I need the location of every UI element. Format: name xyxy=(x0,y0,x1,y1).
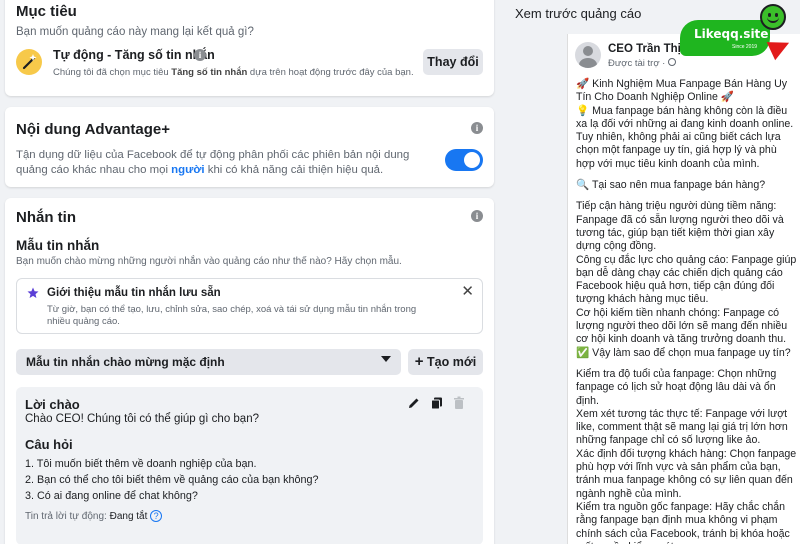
template-title: Mẫu tin nhắn xyxy=(16,238,100,253)
plus-icon: + xyxy=(414,353,424,370)
saved-template-banner: Giới thiệu mẫu tin nhắn lưu sẵn Từ giờ, … xyxy=(16,278,483,334)
question-item: 3. Có ai đang online để chat không? xyxy=(25,490,198,502)
info-icon[interactable]: i xyxy=(471,122,483,134)
pencil-icon[interactable] xyxy=(407,396,421,410)
people-link[interactable]: người xyxy=(171,164,204,176)
advantage-toggle[interactable] xyxy=(445,149,483,171)
banner-title: Giới thiệu mẫu tin nhắn lưu sẵn xyxy=(47,287,221,299)
post-paragraph: 💡 Mua fanpage bán hàng không còn là điều… xyxy=(576,104,794,170)
close-icon[interactable]: ✕ xyxy=(461,282,474,300)
messaging-card: Nhắn tin i Mẫu tin nhắn Bạn muốn chào mừ… xyxy=(5,198,494,544)
post-paragraph: 🔍 Tại sao nên mua fanpage bán hàng? xyxy=(576,179,766,192)
post-paragraph: Công cụ đắc lực cho quảng cáo: Fanpage g… xyxy=(576,253,797,306)
template-dropdown[interactable]: Mẫu tin nhắn chào mừng mặc định xyxy=(16,349,401,375)
watermark-logo: Likeqq.site Since 2019 xyxy=(680,4,798,61)
objective-icon xyxy=(16,49,42,75)
post-paragraph: Tiếp cận hàng triệu người dùng tiềm năng… xyxy=(576,200,784,253)
objective-option-title: Tự động - Tăng số tin nhắn xyxy=(53,48,215,62)
preview-title: Xem trước quảng cáo xyxy=(515,6,642,21)
advantage-card: Nội dung Advantage+ i Tận dụng dữ liệu c… xyxy=(5,107,494,187)
toggle-knob xyxy=(464,152,480,168)
template-preview-box: Lời chào Chào CEO! Chúng tôi có thể giúp… xyxy=(16,387,483,544)
change-objective-button[interactable]: Thay đổi xyxy=(423,49,483,75)
info-icon[interactable]: i xyxy=(471,210,483,222)
question-item: 2. Bạn có thể cho tôi biết thêm về quảng… xyxy=(25,474,319,486)
template-question: Bạn muốn chào mừng những người nhắn vào … xyxy=(16,256,402,267)
objective-card: Mục tiêu Bạn muốn quảng cáo này mang lại… xyxy=(5,0,494,96)
objective-option-desc: Chúng tôi đã chọn mục tiêu Tăng số tin n… xyxy=(53,67,414,78)
objective-question: Bạn muốn quảng cáo này mang lại kết quả … xyxy=(16,26,254,38)
create-template-button[interactable]: + Tạo mới xyxy=(408,349,483,375)
info-icon[interactable]: i xyxy=(194,49,206,61)
advantage-title: Nội dung Advantage+ xyxy=(16,121,171,138)
post-paragraph: Kiểm tra độ tuổi của fanpage: Chọn những… xyxy=(576,367,777,407)
post-body: 🚀 Kinh Nghiệm Mua Fanpage Bán Hàng Uy Tí… xyxy=(576,78,798,544)
ad-preview-panel: Xem trước quảng cáo CEO Trần Thị Du Được… xyxy=(497,0,800,544)
help-icon[interactable]: ? xyxy=(150,510,163,522)
dropdown-value: Mẫu tin nhắn chào mừng mặc định xyxy=(26,355,225,369)
greeting-title: Lời chào xyxy=(25,397,80,412)
caret-down-icon xyxy=(381,356,391,362)
magic-wand-icon xyxy=(22,54,37,70)
post-paragraph: Kiểm tra nguồn gốc fanpage: Hãy chắc chắ… xyxy=(576,500,790,544)
questions-title: Câu hỏi xyxy=(25,437,73,452)
star-icon xyxy=(27,287,39,298)
post-paragraph: ✅ Vậy làm sao để chọn mua fanpage uy tín… xyxy=(576,346,791,359)
preview-post: CEO Trần Thị Du Được tài trợ · 🚀 Kinh Ng… xyxy=(567,34,800,544)
greeting-text: Chào CEO! Chúng tôi có thể giúp gì cho b… xyxy=(25,413,259,425)
post-paragraph: Cơ hội kiếm tiền nhanh chóng: Fanpage có… xyxy=(576,306,788,346)
ad-settings-column: Mục tiêu Bạn muốn quảng cáo này mang lại… xyxy=(5,0,494,544)
auto-reply-status: Tin trả lời tự động: Đang tắt ? xyxy=(25,510,163,522)
post-paragraph: Xác định đối tượng khách hàng: Chọn fanp… xyxy=(576,447,797,500)
trash-icon[interactable] xyxy=(452,396,466,410)
sponsored-label: Được tài trợ · xyxy=(608,58,676,69)
question-item: 1. Tôi muốn biết thêm về doanh nghiệp củ… xyxy=(25,458,257,470)
messaging-title: Nhắn tin xyxy=(16,209,76,226)
post-paragraph: Xem xét tương tác thực tế: Fanpage với l… xyxy=(576,407,788,447)
objective-title: Mục tiêu xyxy=(16,3,77,20)
copy-icon[interactable] xyxy=(430,396,444,410)
page-avatar xyxy=(575,42,601,68)
advantage-desc: Tận dụng dữ liệu của Facebook để tự động… xyxy=(16,149,410,176)
globe-icon xyxy=(668,58,676,66)
post-paragraph: 🚀 Kinh Nghiệm Mua Fanpage Bán Hàng Uy Tí… xyxy=(576,78,788,104)
banner-desc: Từ giờ, bạn có thể tạo, lưu, chỉnh sửa, … xyxy=(47,304,417,327)
